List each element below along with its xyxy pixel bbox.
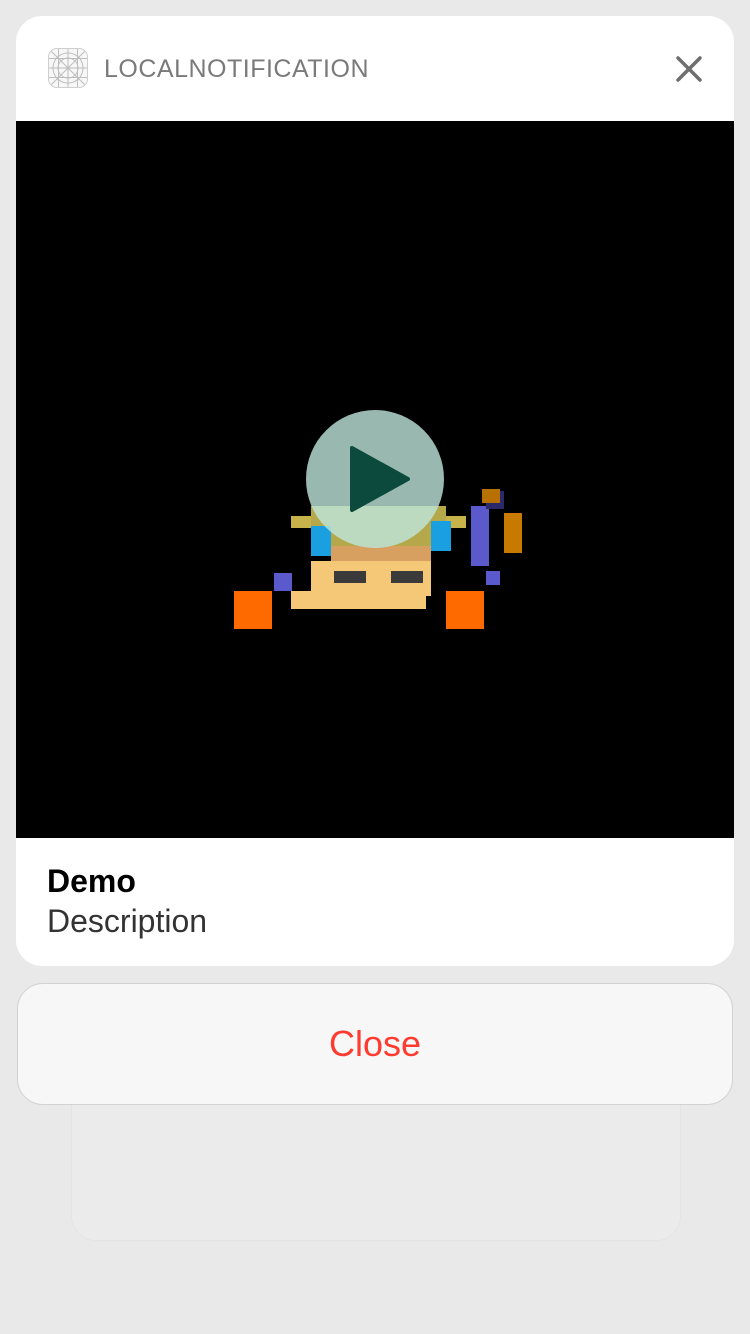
app-grid-icon <box>48 48 88 88</box>
close-button[interactable]: Close <box>17 983 733 1105</box>
video-thumbnail[interactable] <box>16 121 734 838</box>
app-name: LOCALNOTIFICATION <box>104 55 370 83</box>
notification-description: Description <box>47 903 208 939</box>
notification-title: Demo <box>47 863 136 899</box>
notification-card[interactable]: LOCALNOTIFICATION Demo Description <box>16 16 734 966</box>
play-icon <box>350 446 410 512</box>
play-button[interactable] <box>306 410 444 548</box>
notification-header: LOCALNOTIFICATION <box>16 16 734 121</box>
close-icon[interactable] <box>672 52 706 86</box>
